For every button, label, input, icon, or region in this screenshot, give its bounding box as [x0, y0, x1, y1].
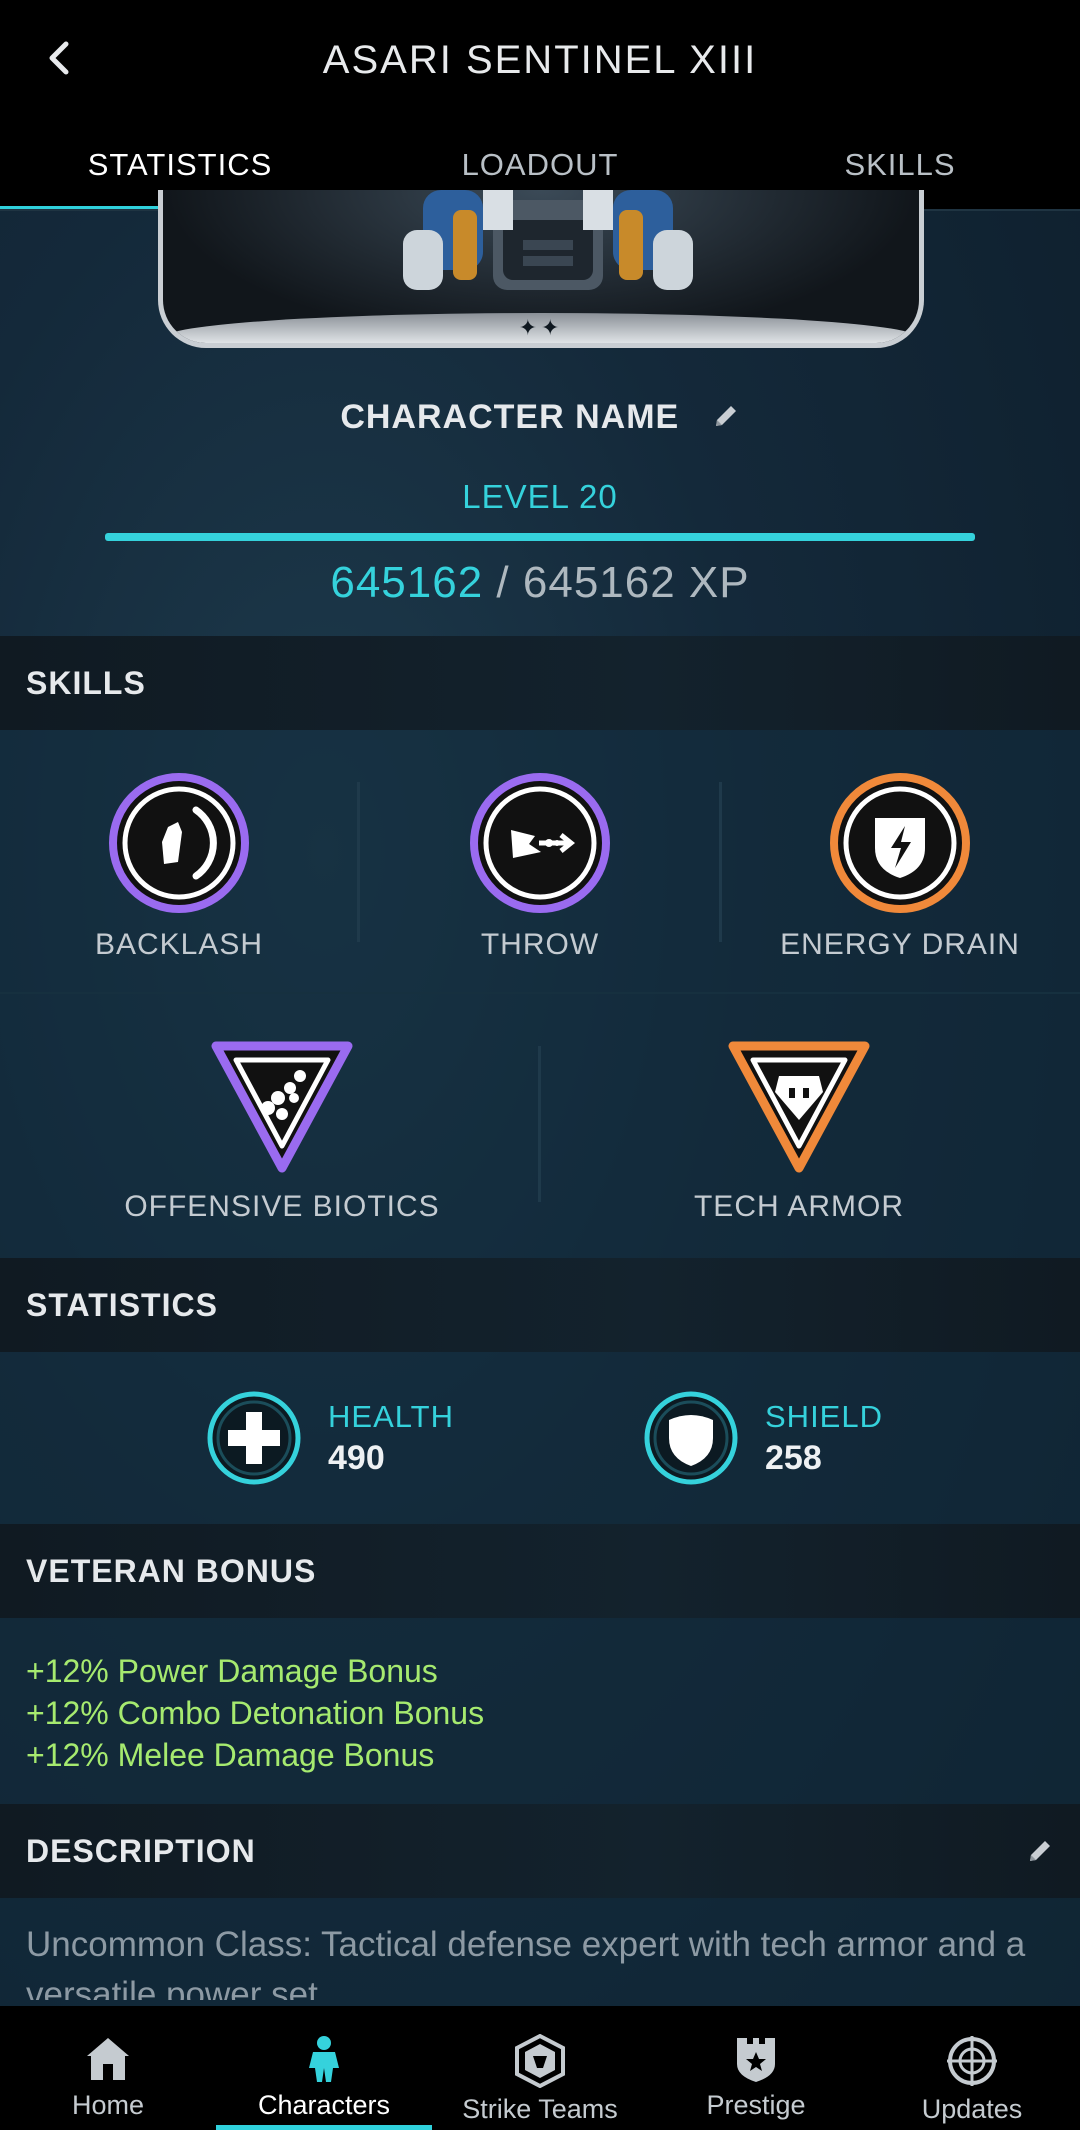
offensive-biotics-icon — [211, 1041, 353, 1173]
throw-icon — [470, 773, 610, 913]
energy-drain-icon — [830, 773, 970, 913]
skill-throw[interactable]: THROW — [420, 772, 660, 962]
nav-prestige[interactable]: Prestige — [648, 2006, 864, 2130]
nav-label: Characters — [257, 2090, 391, 2120]
skill-label: OFFENSIVE BIOTICS — [124, 1190, 440, 1223]
skills-section-header: SKILLS — [0, 636, 1080, 730]
stat-health-info: HEALTH 490 — [328, 1399, 454, 1478]
tech-armor-icon — [728, 1041, 870, 1173]
nav-label: Updates — [921, 2094, 1023, 2124]
skill-label: ENERGY DRAIN — [780, 928, 1020, 961]
stat-label: HEALTH — [328, 1398, 455, 1434]
skill-label: THROW — [480, 928, 600, 961]
stat-label: SHIELD — [765, 1398, 883, 1434]
skills-row-divider — [0, 992, 1080, 994]
prestige-icon — [737, 2038, 775, 2082]
xp-separator: / — [483, 558, 523, 607]
description-section-header: DESCRIPTION — [0, 1804, 1080, 1898]
stat-value: 490 — [328, 1438, 385, 1477]
skill-divider — [719, 782, 722, 942]
bonus-item: +12% Power Damage Bonus — [26, 1653, 438, 1689]
nav-label: Home — [71, 2090, 145, 2120]
stat-shield-info: SHIELD 258 — [765, 1399, 883, 1478]
top-bar: ASARI SENTINEL XIII — [0, 0, 1080, 125]
rank-stars: ✦✦ — [518, 315, 564, 340]
statistics-panel — [0, 1352, 1080, 1524]
page-title: ASARI SENTINEL XIII — [322, 38, 758, 82]
xp-progress-bar — [105, 533, 975, 541]
bottom-navigation: Home Characters Strike Teams Prestige Up… — [0, 2006, 1080, 2130]
edit-description-button[interactable] — [1026, 1836, 1054, 1873]
bonus-item: +12% Melee Damage Bonus — [26, 1737, 435, 1773]
xp-current: 645162 — [330, 558, 484, 607]
character-name-row: CHARACTER NAME — [0, 398, 1080, 439]
skill-tech-armor[interactable]: TECH ARMOR — [639, 1036, 959, 1224]
description-text: Uncommon Class: Tactical defense expert … — [26, 1925, 1026, 2000]
pencil-icon — [1030, 1841, 1050, 1861]
character-portrait: ✦✦ — [158, 190, 924, 348]
characters-icon — [309, 2036, 339, 2082]
nav-updates[interactable]: Updates — [864, 2006, 1080, 2130]
shield-icon — [644, 1391, 738, 1485]
strike-teams-icon — [515, 2034, 565, 2088]
pencil-icon — [715, 405, 736, 426]
edit-name-button[interactable] — [712, 400, 740, 439]
skill-backlash[interactable]: BACKLASH — [59, 772, 299, 962]
skill-divider — [357, 782, 360, 942]
skills-section-title: SKILLS — [26, 664, 146, 701]
character-level: LEVEL 20 — [462, 478, 618, 515]
xp-max: 645162 XP — [522, 558, 750, 607]
statistics-section-header: STATISTICS — [0, 1258, 1080, 1352]
xp-progress-fill — [105, 533, 975, 541]
home-icon — [87, 2038, 129, 2080]
bonus-item: +12% Combo Detonation Bonus — [26, 1695, 485, 1731]
nav-home[interactable]: Home — [0, 2006, 216, 2130]
statistics-section-title: STATISTICS — [26, 1286, 218, 1323]
skill-divider — [538, 1046, 541, 1202]
skill-offensive-biotics[interactable]: OFFENSIVE BIOTICS — [122, 1036, 442, 1224]
nav-strike-teams[interactable]: Strike Teams — [432, 2006, 648, 2130]
nav-characters[interactable]: Characters — [216, 2006, 432, 2130]
health-icon — [207, 1391, 301, 1485]
stat-value: 258 — [765, 1438, 822, 1477]
stat-health: HEALTH 490 — [206, 1390, 454, 1486]
veteran-bonus-list: +12% Power Damage Bonus +12% Combo Deton… — [26, 1650, 484, 1776]
nav-label: Strike Teams — [462, 2094, 618, 2124]
updates-icon — [947, 2036, 997, 2086]
stat-shield: SHIELD 258 — [643, 1390, 883, 1486]
backlash-icon — [109, 773, 249, 913]
veteran-bonus-title: VETERAN BONUS — [26, 1552, 317, 1589]
skill-energy-drain[interactable]: ENERGY DRAIN — [780, 772, 1020, 962]
xp-readout: 645162 / 645162 XP — [0, 558, 1080, 608]
description-title: DESCRIPTION — [26, 1832, 256, 1869]
veteran-bonus-section-header: VETERAN BONUS — [0, 1524, 1080, 1618]
skill-label: TECH ARMOR — [693, 1190, 904, 1223]
skill-label: BACKLASH — [94, 928, 264, 961]
character-name: CHARACTER NAME — [340, 398, 680, 436]
nav-label: Prestige — [706, 2090, 806, 2120]
character-armor-image — [403, 190, 693, 290]
